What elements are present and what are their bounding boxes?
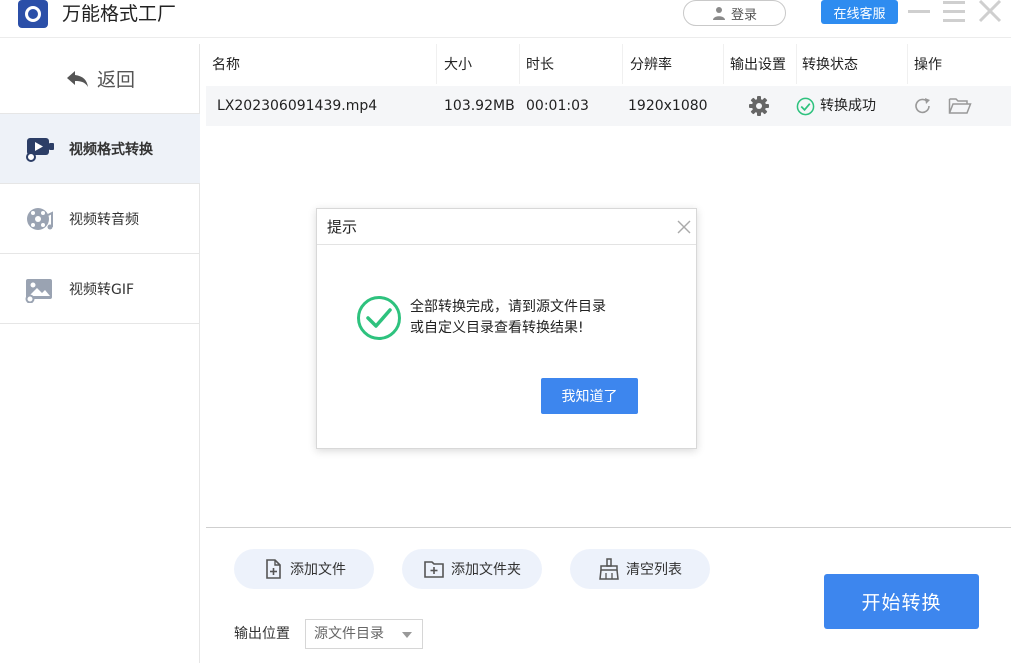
add-file-button[interactable]: 添加文件 <box>234 549 374 589</box>
add-folder-icon <box>424 561 444 578</box>
back-label: 返回 <box>96 69 135 91</box>
back-arrow-icon <box>66 70 88 87</box>
sidebar-item-label: 视频转GIF <box>69 281 135 298</box>
col-header-resolution: 分辨率 <box>630 57 672 73</box>
login-label: 登录 <box>730 7 757 23</box>
file-table-header: 名称 大小 时长 分辨率 输出设置 转换状态 操作 <box>206 44 1011 84</box>
open-folder-icon[interactable] <box>948 96 972 116</box>
completion-dialog: 提示 全部转换完成，请到源文件目录 或自定义目录查看转换结果! 我知道了 <box>316 208 697 449</box>
col-header-status: 转换状态 <box>802 57 858 73</box>
file-resolution: 1920x1080 <box>628 98 708 114</box>
sidebar-item-label: 视频转音频 <box>69 211 139 228</box>
gif-image-icon <box>25 278 52 303</box>
add-folder-label: 添加文件夹 <box>451 562 521 578</box>
app-logo-icon <box>18 0 48 28</box>
title-bar: 万能格式工厂 登录 在线客服 <box>0 0 1011 38</box>
app-title: 万能格式工厂 <box>62 3 177 25</box>
output-location-label: 输出位置 <box>234 626 290 642</box>
sidebar-item-video-to-gif[interactable]: 视频转GIF <box>0 254 200 324</box>
file-size: 103.92MB <box>444 98 515 114</box>
gear-icon[interactable] <box>748 95 770 117</box>
minimize-icon[interactable] <box>906 0 932 24</box>
video-convert-icon <box>26 137 54 162</box>
dialog-message-line: 全部转换完成，请到源文件目录 <box>410 299 606 315</box>
close-icon[interactable] <box>977 0 1003 24</box>
add-file-label: 添加文件 <box>290 562 346 578</box>
audio-convert-icon <box>27 207 53 230</box>
output-location-value: 源文件目录 <box>314 626 384 642</box>
clear-list-button[interactable]: 清空列表 <box>570 549 710 589</box>
sidebar: 返回 视频格式转换 视频转音频 视频转GIF <box>0 44 200 663</box>
chevron-down-icon <box>402 632 412 638</box>
file-name: LX202306091439.mp4 <box>217 98 378 114</box>
login-button[interactable]: 登录 <box>683 0 786 26</box>
menu-icon[interactable] <box>941 0 967 24</box>
sidebar-item-label: 视频格式转换 <box>69 141 153 158</box>
dialog-message-line: 或自定义目录查看转换结果! <box>410 320 584 336</box>
col-header-name: 名称 <box>212 57 240 73</box>
dialog-close-icon[interactable] <box>676 219 692 235</box>
broom-icon <box>599 558 619 580</box>
table-row[interactable]: LX202306091439.mp4 103.92MB 00:01:03 192… <box>206 86 1011 126</box>
status-text: 转换成功 <box>820 98 876 114</box>
success-check-icon <box>356 295 402 341</box>
status-badge: 转换成功 <box>796 86 876 126</box>
dialog-ok-button[interactable]: 我知道了 <box>541 378 638 414</box>
refresh-icon[interactable] <box>913 96 933 116</box>
success-check-icon <box>796 97 815 115</box>
dialog-title: 提示 <box>327 218 358 236</box>
list-divider <box>206 527 1011 528</box>
col-header-size: 大小 <box>444 57 472 73</box>
dialog-message: 全部转换完成，请到源文件目录 或自定义目录查看转换结果! <box>410 297 606 339</box>
col-header-actions: 操作 <box>914 57 942 73</box>
online-service-button[interactable]: 在线客服 <box>821 0 898 24</box>
clear-list-label: 清空列表 <box>626 562 682 578</box>
file-duration: 00:01:03 <box>526 98 589 114</box>
output-location-select[interactable]: 源文件目录 <box>305 619 423 649</box>
add-folder-button[interactable]: 添加文件夹 <box>402 549 542 589</box>
back-button[interactable]: 返回 <box>0 44 200 114</box>
start-convert-button[interactable]: 开始转换 <box>824 574 979 629</box>
sidebar-item-video-to-audio[interactable]: 视频转音频 <box>0 184 200 254</box>
add-file-icon <box>266 559 281 579</box>
user-icon <box>712 7 725 20</box>
col-header-output-settings: 输出设置 <box>730 57 786 73</box>
dialog-header: 提示 <box>317 209 696 245</box>
col-header-duration: 时长 <box>526 57 554 73</box>
sidebar-item-video-convert[interactable]: 视频格式转换 <box>0 114 200 184</box>
